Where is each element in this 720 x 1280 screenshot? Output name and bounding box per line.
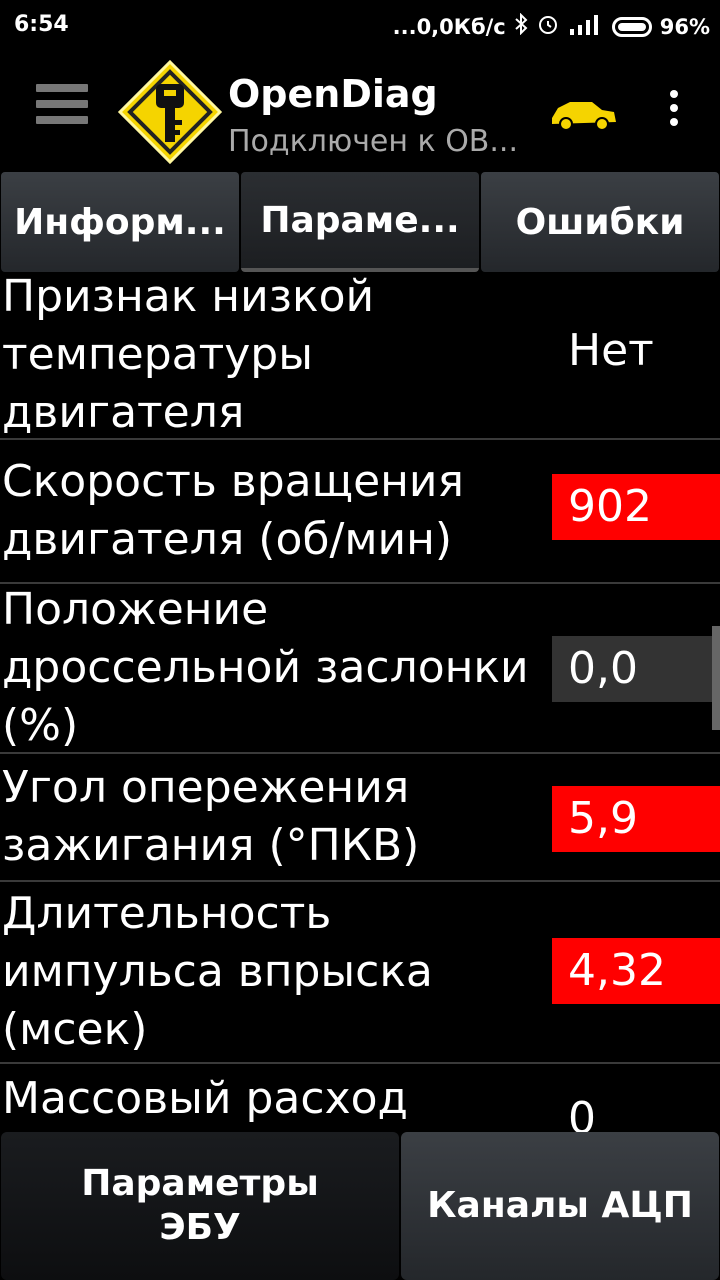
tab-information[interactable]: Информ... — [1, 172, 239, 272]
parameter-value: 4,32 — [552, 938, 720, 1004]
menu-icon[interactable] — [36, 84, 88, 140]
parameter-list[interactable]: Признак низкой температуры двигателя Нет… — [0, 272, 720, 1132]
ecu-parameters-button[interactable]: Параметры ЭБУ — [1, 1132, 399, 1280]
parameter-label: Признак низкой температуры двигателя — [2, 272, 375, 438]
battery-percent: 96% — [659, 14, 710, 39]
parameter-value: 5,9 — [552, 786, 720, 852]
parameter-value: 0 — [568, 1093, 596, 1132]
status-icons: ...0,0Кб/с 96% — [393, 12, 710, 41]
list-item: Угол опережения зажигания (°ПКВ) 5,9 — [0, 754, 720, 882]
parameter-value: 0,0 — [552, 636, 720, 702]
connection-status: Подключен к ОВ... — [228, 124, 518, 159]
car-icon[interactable] — [548, 96, 620, 132]
parameter-label: Угол опережения зажигания (°ПКВ) — [2, 762, 420, 871]
parameter-value: Нет — [568, 325, 654, 376]
overflow-menu-icon[interactable] — [664, 90, 684, 134]
tab-parameters[interactable]: Параме... — [241, 172, 479, 272]
tab-bar: Информ... Параме... Ошибки — [0, 172, 720, 272]
key-logo-icon[interactable] — [116, 58, 224, 166]
scrollbar[interactable] — [712, 626, 720, 730]
parameter-value: 902 — [552, 474, 720, 540]
list-item: Скорость вращения двигателя (об/мин) 902 — [0, 440, 720, 584]
parameter-label: Длительность импульса впрыска (мсек) — [2, 888, 433, 1055]
status-bar: 6:54 ...0,0Кб/с 96% — [0, 0, 720, 56]
alarm-icon — [536, 12, 560, 41]
list-item: Массовый расход 0 — [0, 1064, 720, 1132]
battery-icon — [611, 16, 652, 37]
list-item: Длительность импульса впрыска (мсек) 4,3… — [0, 882, 720, 1064]
bluetooth-icon — [514, 12, 528, 40]
list-item: Признак низкой температуры двигателя Нет — [0, 272, 720, 440]
adc-channels-button[interactable]: Каналы АЦП — [401, 1132, 719, 1280]
app-bar: OpenDiag Подключен к ОВ... — [0, 56, 720, 170]
parameter-label: Скорость вращения двигателя (об/мин) — [2, 456, 464, 565]
parameter-label: Положение дроссельной заслонки (%) — [2, 584, 529, 751]
parameter-label: Массовый расход — [2, 1073, 408, 1124]
list-item: Положение дроссельной заслонки (%) 0,0 — [0, 584, 720, 754]
signal-icon — [568, 13, 604, 40]
status-time: 6:54 — [14, 12, 69, 37]
bottom-navigation: Параметры ЭБУ Каналы АЦП — [0, 1132, 720, 1280]
tab-errors[interactable]: Ошибки — [481, 172, 719, 272]
app-title: OpenDiag — [228, 72, 438, 116]
network-speed: ...0,0Кб/с — [392, 14, 506, 39]
